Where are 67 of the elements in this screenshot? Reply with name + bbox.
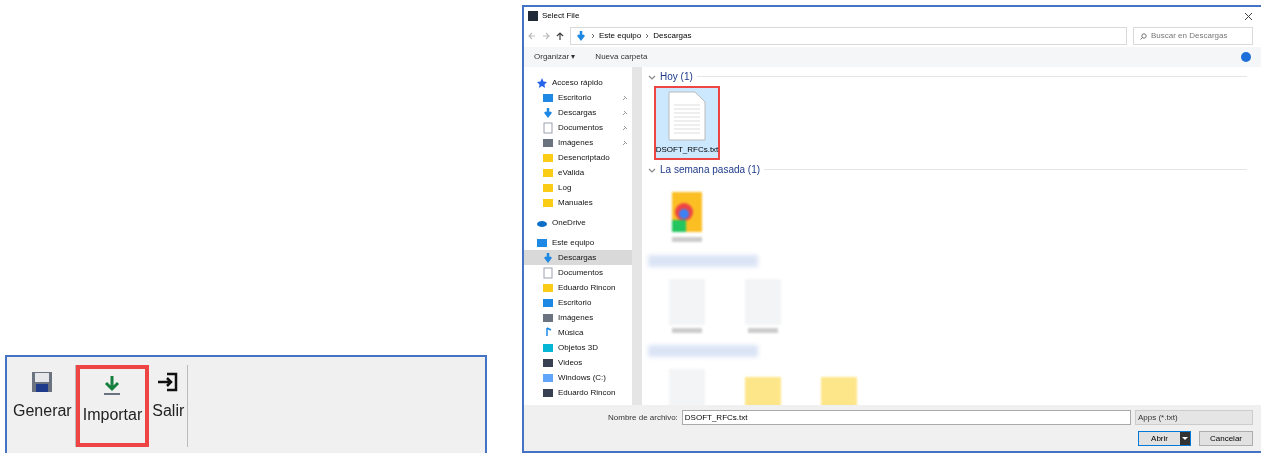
blurred-label — [672, 237, 702, 242]
document-icon — [542, 121, 554, 134]
nav-item[interactable]: Imágenes — [524, 310, 632, 325]
nav-item[interactable]: Objetos 3D — [524, 340, 632, 355]
toolbar-button[interactable]: Salir — [149, 365, 189, 447]
nav-item[interactable]: Imágenes — [524, 135, 632, 150]
nav-item[interactable]: Descargas — [524, 250, 632, 265]
app-icon — [528, 11, 538, 21]
filename-label: Nombre de archivo: — [608, 411, 678, 424]
nav-item[interactable]: Acceso rápido — [524, 75, 632, 90]
address-bar[interactable]: Este equipo Descargas — [570, 27, 1127, 45]
caret-icon — [1180, 432, 1190, 445]
up-arrow-icon[interactable] — [556, 32, 564, 40]
breadcrumb-item[interactable]: Descargas — [653, 30, 692, 42]
close-icon[interactable] — [1244, 11, 1253, 21]
nav-item[interactable]: Manuales — [524, 195, 632, 210]
nav-item[interactable]: OneDrive — [524, 215, 632, 230]
nav-item[interactable]: Este equipo — [524, 235, 632, 250]
blurred-label — [672, 328, 702, 333]
forward-arrow-icon[interactable] — [542, 32, 550, 40]
breadcrumb-item[interactable]: Este equipo — [599, 30, 642, 42]
document-icon — [542, 266, 554, 279]
nav-item[interactable]: Eduardo Rincon — [524, 280, 632, 295]
nav-item[interactable]: Log — [524, 180, 632, 195]
back-arrow-icon[interactable] — [528, 32, 536, 40]
blurred-label — [748, 328, 778, 333]
nav-item[interactable]: Eduardo Rincon — [524, 385, 632, 400]
blurred-folder-placeholder — [745, 377, 781, 405]
search-field[interactable]: Buscar en Descargas — [1133, 27, 1253, 45]
download-arrow-icon — [542, 106, 554, 119]
download-arrow-icon — [575, 30, 587, 42]
window-title: Select File — [542, 10, 580, 22]
nav-item[interactable]: Desencriptado — [524, 150, 632, 165]
nav-item[interactable]: eValida — [524, 165, 632, 180]
group-header[interactable]: Hoy (1) — [660, 69, 693, 84]
file-type-dropdown[interactable]: Apps (*.txt) — [1135, 410, 1253, 425]
folder-icon — [542, 281, 554, 294]
nav-item[interactable]: Escritorio — [524, 295, 632, 310]
blurred-app-icon — [670, 190, 704, 234]
nav-item[interactable]: Documentos — [524, 265, 632, 280]
blurred-folder-placeholder — [821, 377, 857, 405]
nav-item[interactable]: Videos — [524, 355, 632, 370]
filename-field[interactable]: DSOFT_RFCs.txt — [681, 410, 1131, 425]
command-button[interactable]: Organizar ▾ — [534, 51, 576, 63]
open-split-button[interactable]: Abrir — [1138, 431, 1191, 446]
nav-item[interactable]: Descargas — [524, 105, 632, 120]
folder-icon — [542, 196, 554, 209]
nav-item[interactable]: Windows (C:) — [524, 370, 632, 385]
folder-icon — [542, 151, 554, 164]
toolbar-button[interactable]: Generar — [10, 365, 76, 447]
star-icon — [536, 76, 548, 89]
command-button[interactable]: Nueva carpeta — [595, 51, 648, 63]
download-arrow-icon — [542, 251, 554, 264]
file-item[interactable]: DSOFT_RFCs.txt — [654, 86, 720, 160]
search-icon — [1140, 32, 1147, 40]
nav-item[interactable]: Escritorio — [524, 90, 632, 105]
text-file-icon — [667, 90, 707, 141]
chevron-icon — [591, 33, 595, 39]
nav-item[interactable]: Documentos — [524, 120, 632, 135]
folder-icon — [542, 181, 554, 194]
exit-arrow-icon — [157, 371, 180, 393]
chevron-icon — [645, 33, 650, 39]
toolbar-button[interactable]: Importar — [75, 365, 150, 447]
cancel-button[interactable]: Cancelar — [1199, 431, 1253, 446]
folder-icon — [542, 166, 554, 179]
group-header[interactable]: La semana pasada (1) — [660, 162, 761, 177]
nav-item[interactable]: Música — [524, 325, 632, 340]
